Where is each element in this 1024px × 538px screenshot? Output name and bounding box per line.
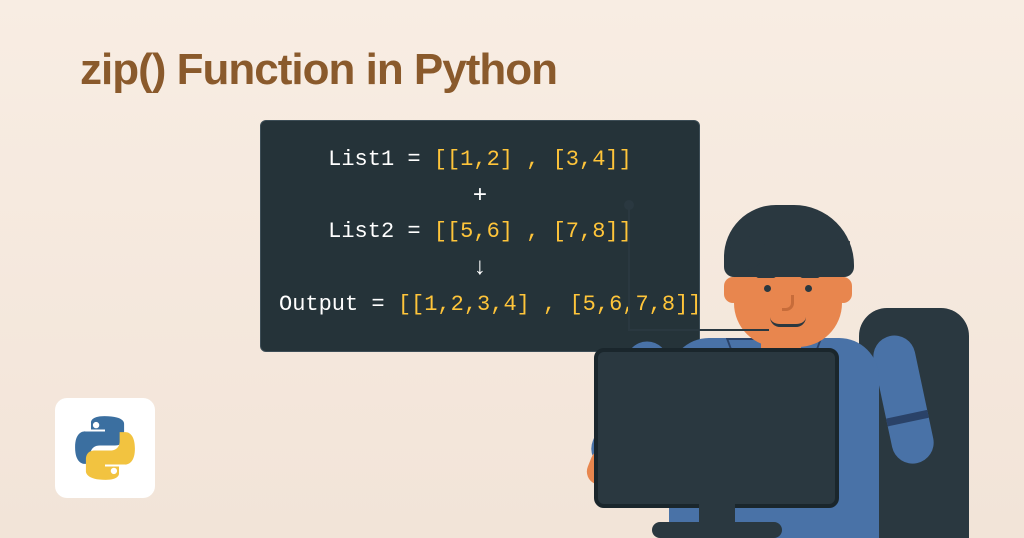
monitor-illustration (594, 348, 839, 538)
page-title: zip() Function in Python (80, 45, 557, 95)
list2-label: List2 = (328, 219, 434, 244)
code-line-1: List1 = [[1,2] , [3,4]] (279, 145, 681, 176)
list2-value: [[5,6] , [7,8]] (434, 219, 632, 244)
list1-label: List1 = (328, 147, 434, 172)
output-label: Output = (279, 292, 398, 317)
python-logo-icon (55, 398, 155, 498)
list1-value: [[1,2] , [3,4]] (434, 147, 632, 172)
